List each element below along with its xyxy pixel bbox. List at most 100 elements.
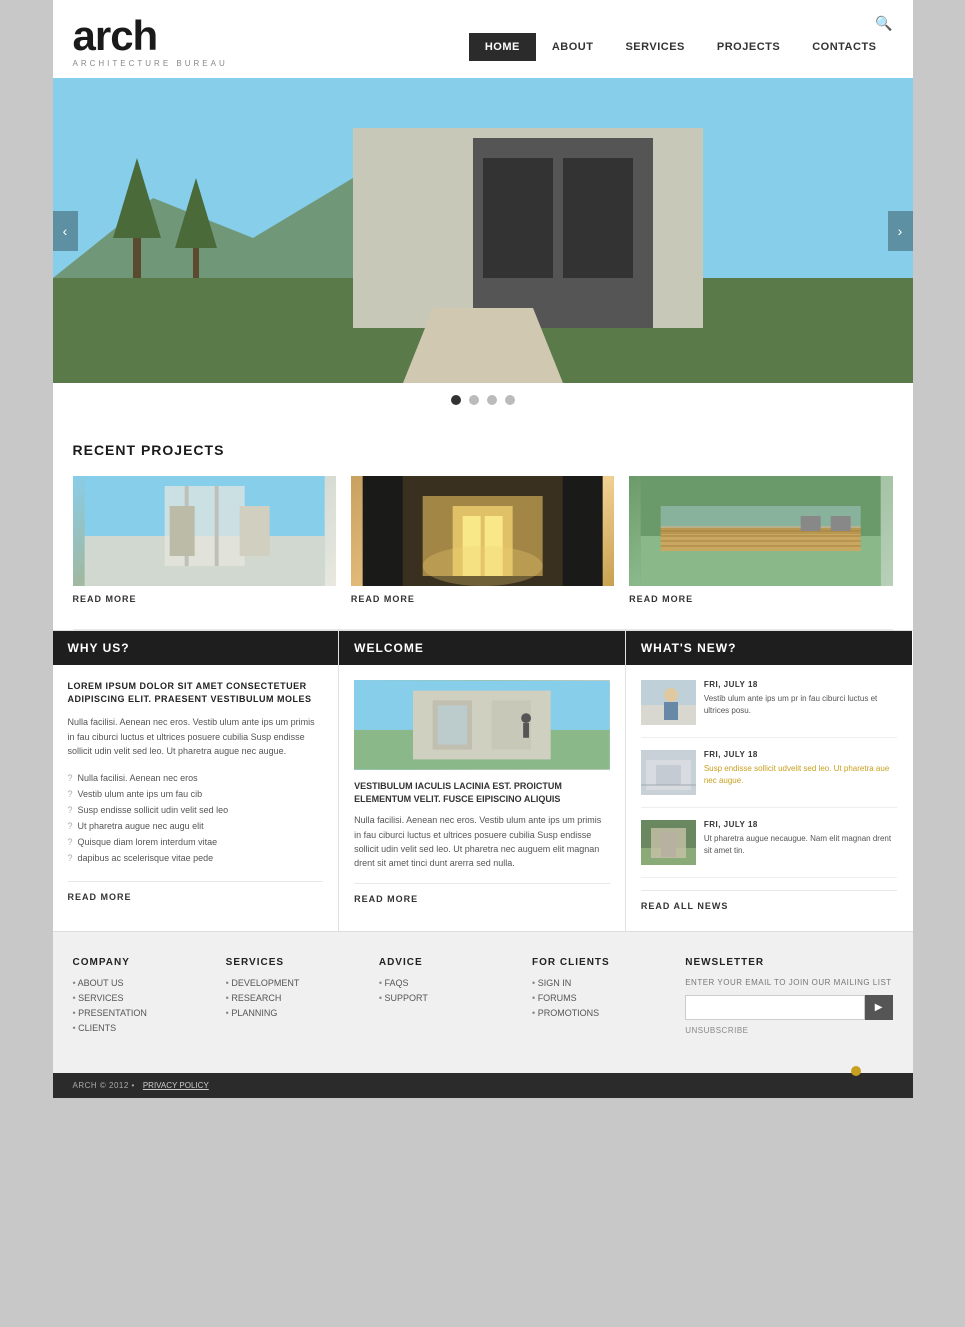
- news-thumb-2: [641, 750, 696, 795]
- project-image-3: [629, 476, 892, 586]
- footer-company-link-2[interactable]: SERVICES: [73, 993, 211, 1003]
- slider-prev[interactable]: ‹: [53, 211, 78, 251]
- footer-advice-link-1[interactable]: FAQS: [379, 978, 517, 988]
- footer: COMPANY ABOUT US SERVICES PRESENTATION C…: [53, 931, 913, 1073]
- unsubscribe-link[interactable]: UNSUBSCRIBE: [685, 1026, 892, 1035]
- recent-projects-title: RECENT PROJECTS: [73, 442, 893, 458]
- footer-advice-link-2[interactable]: SUPPORT: [379, 993, 517, 1003]
- newsletter-desc: ENTER YOUR EMAIL TO JOIN OUR MAILING LIS…: [685, 978, 892, 987]
- footer-company-link-4[interactable]: CLIENTS: [73, 1023, 211, 1033]
- footer-clients-link-3[interactable]: PROMOTIONS: [532, 1008, 670, 1018]
- news-content-3: FRI, JULY 18 Ut pharetra augue necaugue.…: [704, 820, 898, 865]
- news-item-2: FRI, JULY 18 Susp endisse sollicit udvel…: [641, 750, 898, 808]
- hero-slider: ‹ ›: [53, 78, 913, 383]
- project-2-read-more[interactable]: READ MORE: [351, 594, 614, 604]
- footer-copyright: ARCH © 2012 •: [73, 1081, 135, 1090]
- project-image-2: [351, 476, 614, 586]
- welcome-body: Nulla facilisi. Aenean nec eros. Vestib …: [354, 813, 610, 871]
- footer-company-title: COMPANY: [73, 957, 211, 968]
- news-content-1: FRI, JULY 18 Vestib ulum ante ips um pr …: [704, 680, 898, 725]
- bullet-3: Susp endisse sollicit udin velit sed leo: [68, 802, 324, 818]
- news-item-1: FRI, JULY 18 Vestib ulum ante ips um pr …: [641, 680, 898, 738]
- news-thumb-1: [641, 680, 696, 725]
- project-1-read-more[interactable]: READ MORE: [73, 594, 336, 604]
- footer-services: SERVICES DEVELOPMENT RESEARCH PLANNING: [226, 957, 364, 1038]
- logo-text: arch: [73, 15, 228, 57]
- news-date-2: FRI, JULY 18: [704, 750, 898, 759]
- slider-dots: [53, 383, 913, 417]
- footer-advice-title: ADVICE: [379, 957, 517, 968]
- bullet-4: Ut pharetra augue nec augu elit: [68, 818, 324, 834]
- nav-home[interactable]: HOME: [469, 33, 536, 61]
- footer-services-title: SERVICES: [226, 957, 364, 968]
- footer-for-clients-title: FOR CLIENTS: [532, 957, 670, 968]
- footer-bottom: ARCH © 2012 • PRIVACY POLICY: [53, 1073, 913, 1098]
- why-us-column: WHY US? LOREM IPSUM DOLOR SIT AMET CONSE…: [53, 631, 340, 931]
- news-thumb-3: [641, 820, 696, 865]
- footer-for-clients: FOR CLIENTS SIGN IN FORUMS PROMOTIONS: [532, 957, 670, 1038]
- logo-area: arch ARCHITECTURE BUREAU: [73, 15, 228, 68]
- footer-clients-link-2[interactable]: FORUMS: [532, 993, 670, 1003]
- news-text-2: Susp endisse sollicit udvelit sed leo. U…: [704, 763, 898, 787]
- dot-2[interactable]: [469, 395, 479, 405]
- header: arch ARCHITECTURE BUREAU 🔍 HOME ABOUT SE…: [53, 0, 913, 78]
- projects-grid: READ MORE: [73, 476, 893, 604]
- news-item-3: FRI, JULY 18 Ut pharetra augue necaugue.…: [641, 820, 898, 878]
- welcome-caption: VESTIBULUM IACULIS LACINIA EST. PROICTUM…: [354, 780, 610, 805]
- dot-3[interactable]: [487, 395, 497, 405]
- nav-contacts[interactable]: CONTACTS: [796, 33, 892, 61]
- project-image-1: [73, 476, 336, 586]
- recent-projects-section: RECENT PROJECTS READ: [53, 417, 913, 629]
- news-text-3: Ut pharetra augue necaugue. Nam elit mag…: [704, 833, 898, 857]
- news-date-3: FRI, JULY 18: [704, 820, 898, 829]
- welcome-column: WELCOME VESTIBULUM IACULIS LACINIA: [339, 631, 626, 931]
- footer-dot: [851, 1066, 861, 1076]
- welcome-read-more[interactable]: READ MORE: [354, 894, 610, 904]
- newsletter-submit[interactable]: ▶: [865, 995, 893, 1020]
- welcome-image: [354, 680, 610, 770]
- footer-company: COMPANY ABOUT US SERVICES PRESENTATION C…: [73, 957, 211, 1038]
- why-us-header: WHY US?: [53, 631, 339, 665]
- whats-new-column: WHAT'S NEW? FRI, JULY 18: [626, 631, 913, 931]
- news-content-2: FRI, JULY 18 Susp endisse sollicit udvel…: [704, 750, 898, 795]
- footer-advice: ADVICE FAQS SUPPORT: [379, 957, 517, 1038]
- why-us-body: Nulla facilisi. Aenean nec eros. Vestib …: [68, 715, 324, 758]
- news-date-1: FRI, JULY 18: [704, 680, 898, 689]
- newsletter-input[interactable]: [685, 995, 865, 1020]
- why-us-headline: LOREM IPSUM DOLOR SIT AMET CONSECTETUER …: [68, 680, 324, 705]
- footer-services-link-3[interactable]: PLANNING: [226, 1008, 364, 1018]
- bullet-1: Nulla facilisi. Aenean nec eros: [68, 770, 324, 786]
- search-icon[interactable]: 🔍: [875, 15, 892, 32]
- bullet-2: Vestib ulum ante ips um fau cib: [68, 786, 324, 802]
- dot-4[interactable]: [505, 395, 515, 405]
- hero-svg: [53, 78, 913, 383]
- nav-services[interactable]: SERVICES: [609, 33, 700, 61]
- project-3-read-more[interactable]: READ MORE: [629, 594, 892, 604]
- bullet-5: Quisque diam lorem interdum vitae: [68, 834, 324, 850]
- main-nav: HOME ABOUT SERVICES PROJECTS CONTACTS: [469, 33, 893, 61]
- why-us-bullets: Nulla facilisi. Aenean nec eros Vestib u…: [68, 770, 324, 866]
- dot-1[interactable]: [451, 395, 461, 405]
- project-card-1: READ MORE: [73, 476, 336, 604]
- read-all-news[interactable]: READ ALL NEWS: [641, 901, 898, 911]
- hero-image: [53, 78, 913, 383]
- newsletter-form: ▶: [685, 995, 892, 1020]
- bullet-6: dapibus ac scelerisque vitae pede: [68, 850, 324, 866]
- slider-next[interactable]: ›: [888, 211, 913, 251]
- nav-projects[interactable]: PROJECTS: [701, 33, 796, 61]
- info-columns: WHY US? LOREM IPSUM DOLOR SIT AMET CONSE…: [53, 630, 913, 931]
- project-card-2: READ MORE: [351, 476, 614, 604]
- nav-about[interactable]: ABOUT: [536, 33, 610, 61]
- footer-company-link-1[interactable]: ABOUT US: [73, 978, 211, 988]
- project-card-3: READ MORE: [629, 476, 892, 604]
- why-us-read-more[interactable]: READ MORE: [68, 892, 324, 902]
- footer-newsletter: NEWSLETTER ENTER YOUR EMAIL TO JOIN OUR …: [685, 957, 892, 1038]
- footer-services-link-2[interactable]: RESEARCH: [226, 993, 364, 1003]
- whats-new-header: WHAT'S NEW?: [626, 631, 913, 665]
- footer-company-link-3[interactable]: PRESENTATION: [73, 1008, 211, 1018]
- footer-services-link-1[interactable]: DEVELOPMENT: [226, 978, 364, 988]
- footer-privacy-link[interactable]: PRIVACY POLICY: [143, 1081, 209, 1090]
- footer-columns: COMPANY ABOUT US SERVICES PRESENTATION C…: [73, 957, 893, 1038]
- news-text-1: Vestib ulum ante ips um pr in fau ciburc…: [704, 693, 898, 717]
- footer-clients-link-1[interactable]: SIGN IN: [532, 978, 670, 988]
